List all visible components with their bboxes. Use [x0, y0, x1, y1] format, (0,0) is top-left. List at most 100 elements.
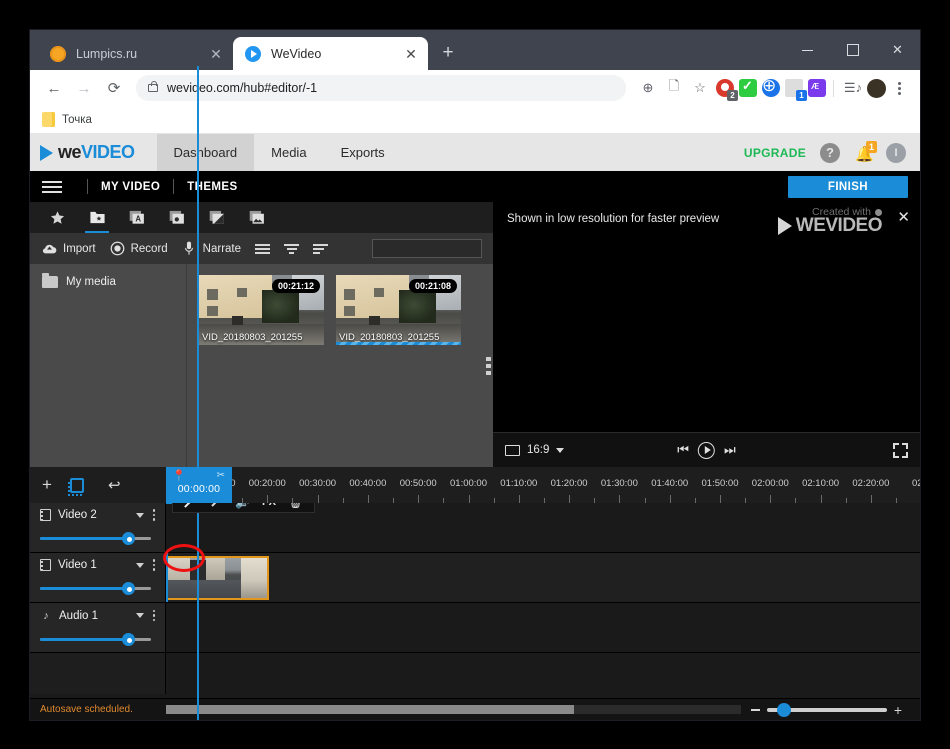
chevron-down-icon[interactable] [135, 613, 144, 618]
fullscreen-icon[interactable] [893, 442, 908, 458]
track-lane-video-1[interactable] [166, 553, 920, 602]
upgrade-link[interactable]: UPGRADE [744, 146, 806, 160]
edit-clip-icon[interactable] [184, 503, 199, 510]
timeline-clip[interactable] [166, 556, 269, 600]
browser-tab-lumpics[interactable]: Lumpics.ru ✕ [38, 37, 233, 70]
chevron-down-icon[interactable] [135, 562, 144, 568]
track-volume-slider[interactable] [40, 582, 157, 595]
track-lane-video-2[interactable]: 🔊 FX 🗑 [166, 503, 920, 552]
audio-clip-icon[interactable]: 🔊 [235, 503, 250, 509]
timeline-hscrollbar[interactable]: + [166, 699, 920, 721]
fx-clip-button[interactable]: FX [262, 503, 276, 508]
nav-dashboard[interactable]: Dashboard [156, 134, 255, 171]
new-tab-button[interactable]: + [434, 39, 462, 67]
chevron-down-icon[interactable] [135, 512, 144, 518]
text-tab[interactable]: A [122, 202, 152, 233]
zoom-slider-knob[interactable] [776, 702, 791, 717]
back-icon[interactable]: ← [40, 74, 68, 102]
bookmark-item[interactable]: Точка [42, 112, 92, 127]
help-icon[interactable]: ? [820, 142, 840, 163]
notifications-bell[interactable]: 🔔 1 [854, 140, 877, 163]
profile-avatar[interactable] [867, 78, 886, 98]
transitions-tab[interactable] [202, 202, 232, 233]
scissors-icon[interactable]: ✂ [217, 470, 225, 481]
close-icon[interactable]: ✕ [897, 208, 910, 226]
media-item[interactable]: 00:21:08 VID_20180803_201255 [336, 275, 461, 345]
play-icon[interactable] [698, 441, 715, 459]
finish-button[interactable]: FINISH [787, 175, 908, 198]
add-track-button[interactable]: + [42, 475, 52, 495]
text-layers-icon: A [129, 210, 146, 225]
reading-list-icon[interactable]: ☰♪ [841, 76, 865, 100]
zoom-in-button[interactable]: + [894, 703, 902, 717]
divider [87, 179, 88, 194]
playhead-marker[interactable]: 📍 ✂ 00:00:00 [166, 467, 232, 510]
graphics-tab[interactable] [162, 202, 192, 233]
search-input[interactable] [378, 243, 510, 254]
timeline-ruler[interactable]: 00:10:0000:20:0000:30:0000:40:0000:50:00… [166, 467, 920, 503]
browser-tab-wevideo[interactable]: WeVideo ✕ [233, 37, 428, 70]
folder-label: My media [66, 276, 116, 288]
narrate-button[interactable]: Narrate [182, 241, 241, 256]
folder-my-media[interactable]: My media [42, 273, 186, 288]
list-view-icon[interactable] [255, 243, 271, 254]
scrollbar-track[interactable] [166, 705, 741, 714]
track-menu-icon[interactable] [151, 609, 158, 622]
box-extension-icon[interactable]: 1 [785, 79, 807, 101]
autosave-status: Autosave scheduled. [40, 704, 133, 715]
add-page-icon[interactable]: ⊕ [636, 76, 660, 100]
close-icon[interactable]: ✕ [402, 45, 420, 63]
zoom-out-button[interactable] [750, 708, 760, 711]
track-volume-slider[interactable] [40, 532, 157, 545]
track-menu-icon[interactable] [151, 559, 158, 571]
address-bar[interactable]: wevideo.com/hub#editor/-1 [136, 75, 626, 101]
reload-icon[interactable]: ⟳ [100, 74, 128, 102]
delete-clip-icon[interactable]: 🗑 [288, 503, 303, 509]
sort-icon[interactable] [313, 243, 329, 254]
aspect-ratio-selector[interactable]: 16:9 [505, 444, 565, 456]
checkmark-extension-icon[interactable] [739, 78, 757, 97]
media-search-box[interactable]: 🔍 [372, 239, 524, 258]
undo-icon[interactable]: ↩ [108, 476, 121, 494]
trim-clip-icon[interactable] [211, 503, 223, 508]
scrollbar-thumb[interactable] [166, 705, 575, 714]
themes-tab[interactable]: THEMES [187, 181, 237, 193]
globe-extension-icon[interactable] [762, 76, 780, 97]
window-minimize-button[interactable] [785, 34, 830, 66]
skip-to-end-icon[interactable]: ⏭ [724, 442, 736, 458]
window-controls: ✕ [785, 30, 920, 70]
my-media-tab[interactable] [82, 202, 112, 233]
adblock-extension-icon[interactable]: 2 [716, 79, 738, 101]
microphone-icon [182, 241, 197, 256]
preview-stage[interactable] [493, 235, 920, 432]
record-button[interactable]: Record [110, 241, 168, 256]
browser-menu-icon[interactable] [888, 81, 910, 95]
forward-icon[interactable]: → [70, 74, 98, 102]
avatar[interactable]: I [886, 142, 906, 163]
nav-exports[interactable]: Exports [324, 134, 402, 171]
bookmark-star-icon[interactable]: ☆ [688, 76, 712, 100]
purple-extension-icon[interactable] [808, 79, 826, 97]
media-item[interactable]: 00:21:12 VID_20180803_201255 [199, 275, 324, 345]
import-button[interactable]: Import [42, 241, 96, 256]
backgrounds-tab[interactable] [242, 202, 272, 233]
panel-resize-handle[interactable] [484, 356, 493, 375]
skip-to-start-icon[interactable]: ⏮ [677, 442, 689, 458]
nav-media[interactable]: Media [254, 134, 323, 171]
window-close-button[interactable]: ✕ [875, 34, 920, 66]
zoom-slider[interactable] [766, 702, 887, 717]
track-volume-slider[interactable] [40, 633, 157, 646]
hamburger-menu-icon[interactable] [42, 180, 62, 193]
duplicate-icon[interactable] [67, 477, 84, 496]
track-menu-icon[interactable] [151, 509, 158, 521]
close-icon[interactable]: ✕ [207, 45, 225, 63]
project-name-label[interactable]: MY VIDEO [101, 181, 160, 193]
thumb-bin [368, 315, 380, 326]
window-maximize-button[interactable] [830, 34, 875, 66]
ruler-tick [418, 495, 420, 503]
track-lane-audio-1[interactable] [166, 603, 920, 652]
filter-icon[interactable] [284, 243, 300, 254]
favorites-tab[interactable] [42, 202, 72, 233]
translate-icon[interactable]: 🗋 [662, 76, 686, 100]
logo-video: VIDEO [81, 142, 135, 162]
